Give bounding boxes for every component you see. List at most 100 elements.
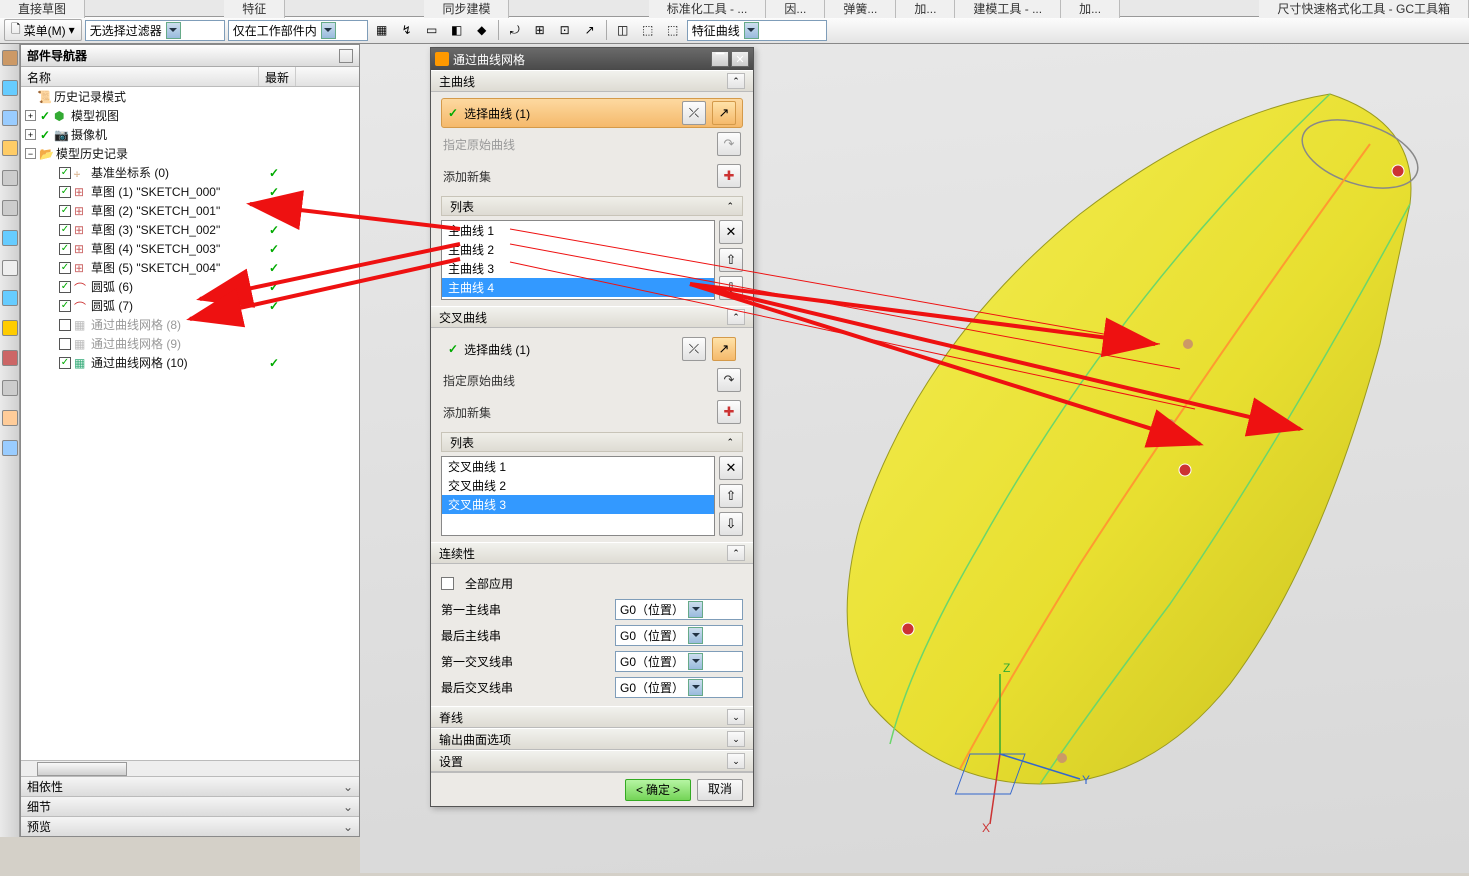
side-icon[interactable]	[2, 200, 18, 216]
apply-all-checkbox[interactable]	[441, 577, 454, 590]
tab-std[interactable]: 标准化工具 - ...	[649, 0, 767, 18]
tree-body[interactable]: 📜历史记录模式 +✓⬢模型视图 +✓📷摄像机 −📂模型历史记录 ⧾基准坐标系 (…	[21, 87, 359, 760]
section-spine[interactable]: 脊线⌄	[431, 706, 753, 728]
tab-sync[interactable]: 同步建模	[424, 0, 509, 18]
tb-icon[interactable]: ⬚	[662, 19, 684, 41]
checkbox[interactable]	[59, 300, 71, 312]
list-item[interactable]: 交叉曲线 1	[442, 457, 714, 476]
side-icon[interactable]	[2, 350, 18, 366]
curve-rule-button[interactable]: ⤫	[682, 337, 706, 361]
select-curve-row[interactable]: ✓ 选择曲线 (1) ⤫ ↗	[441, 98, 743, 128]
side-icon[interactable]	[2, 110, 18, 126]
col-name[interactable]: 名称	[21, 67, 259, 86]
expand-icon[interactable]: +	[25, 129, 36, 140]
add-set-button[interactable]: ✚	[717, 400, 741, 424]
list-item[interactable]: 交叉曲线 3	[442, 495, 714, 514]
curve-origin-button[interactable]: ↗	[712, 337, 736, 361]
tab-7[interactable]: 加...	[896, 0, 955, 18]
tab-spring[interactable]: 弹簧...	[825, 0, 896, 18]
list-item[interactable]: 主曲线 4	[442, 278, 714, 297]
menu-button[interactable]: 🗋菜单(M)▾	[4, 19, 82, 41]
side-icon[interactable]	[2, 80, 18, 96]
tb-icon[interactable]: ◫	[612, 19, 634, 41]
tb-icon[interactable]: ↗	[579, 19, 601, 41]
rollup-button[interactable]: ▔	[711, 51, 729, 67]
move-up-button[interactable]: ⇧	[719, 248, 743, 272]
filter-dropdown[interactable]: 无选择过滤器	[85, 20, 225, 41]
side-icon[interactable]	[2, 380, 18, 396]
tb-icon[interactable]: ⊡	[554, 19, 576, 41]
select-cross-row[interactable]: ✓ 选择曲线 (1) ⤫ ↗	[441, 334, 743, 364]
side-icon[interactable]	[2, 230, 18, 246]
tb-icon[interactable]: ⬚	[637, 19, 659, 41]
expand-icon[interactable]: +	[25, 110, 36, 121]
side-icon[interactable]	[2, 410, 18, 426]
col-update[interactable]: 最新	[259, 67, 296, 86]
side-icon[interactable]	[2, 290, 18, 306]
side-icon[interactable]	[2, 140, 18, 156]
delete-button[interactable]: ✕	[719, 456, 743, 480]
side-icon[interactable]	[2, 170, 18, 186]
checkbox[interactable]	[59, 281, 71, 293]
section-continuity[interactable]: 连续性⌃	[431, 542, 753, 564]
foot-dependency[interactable]: 相依性⌄	[21, 776, 359, 796]
list-item[interactable]: 主曲线 2	[442, 240, 714, 259]
dialog-titlebar[interactable]: 通过曲线网格 ▔ ✕	[431, 48, 753, 70]
cross-list[interactable]: 交叉曲线 1 交叉曲线 2 交叉曲线 3	[441, 456, 715, 536]
pin-icon[interactable]	[339, 49, 353, 63]
section-cross[interactable]: 交叉曲线⌃	[431, 306, 753, 328]
move-up-button[interactable]: ⇧	[719, 484, 743, 508]
section-surface[interactable]: 输出曲面选项⌄	[431, 728, 753, 750]
checkbox[interactable]	[59, 243, 71, 255]
tb-icon[interactable]: ◆	[471, 19, 493, 41]
checkbox[interactable]	[59, 167, 71, 179]
list-header[interactable]: 列表⌃	[441, 432, 743, 452]
checkbox[interactable]	[59, 262, 71, 274]
chevron-up-icon[interactable]: ⌃	[727, 73, 745, 89]
tb-icon[interactable]: ◧	[446, 19, 468, 41]
checkbox[interactable]	[59, 319, 71, 331]
foot-preview[interactable]: 预览⌄	[21, 816, 359, 836]
side-icon[interactable]	[2, 320, 18, 336]
add-set-button[interactable]: ✚	[717, 164, 741, 188]
cancel-button[interactable]: 取消	[697, 779, 743, 801]
tab-sketch[interactable]: 直接草图	[0, 0, 85, 18]
list-item[interactable]: 主曲线 3	[442, 259, 714, 278]
scope-dropdown[interactable]: 仅在工作部件内	[228, 20, 368, 41]
tab-gc[interactable]: 尺寸快速格式化工具 - GC工具箱	[1259, 0, 1469, 18]
curve-filter-dropdown[interactable]: 特征曲线	[687, 20, 827, 41]
collapse-icon[interactable]: −	[25, 148, 36, 159]
side-icon[interactable]	[2, 260, 18, 276]
move-down-button[interactable]: ⇩	[719, 276, 743, 300]
checkbox[interactable]	[59, 357, 71, 369]
section-settings[interactable]: 设置⌄	[431, 750, 753, 772]
checkbox[interactable]	[59, 224, 71, 236]
checkbox[interactable]	[59, 205, 71, 217]
move-down-button[interactable]: ⇩	[719, 512, 743, 536]
first-primary-dd[interactable]: G0（位置）	[615, 599, 743, 620]
checkbox[interactable]	[59, 186, 71, 198]
section-primary[interactable]: 主曲线⌃	[431, 70, 753, 92]
side-icon[interactable]	[2, 440, 18, 456]
last-primary-dd[interactable]: G0（位置）	[615, 625, 743, 646]
tab-model[interactable]: 建模工具 - ...	[955, 0, 1061, 18]
tb-icon[interactable]: ↯	[396, 19, 418, 41]
curve-origin-button[interactable]: ↗	[712, 101, 736, 125]
ok-button[interactable]: <确定>	[625, 779, 691, 801]
list-item[interactable]: 主曲线 1	[442, 221, 714, 240]
tab-5[interactable]: 因...	[766, 0, 825, 18]
tb-icon[interactable]: ⤾	[504, 19, 526, 41]
origin-button[interactable]: ↷	[717, 132, 741, 156]
close-button[interactable]: ✕	[731, 51, 749, 67]
side-icon[interactable]	[2, 50, 18, 66]
primary-list[interactable]: 主曲线 1 主曲线 2 主曲线 3 主曲线 4	[441, 220, 715, 300]
checkbox[interactable]	[59, 338, 71, 350]
foot-detail[interactable]: 细节⌄	[21, 796, 359, 816]
tb-icon[interactable]: ⊞	[529, 19, 551, 41]
list-header[interactable]: 列表⌃	[441, 196, 743, 216]
tb-icon[interactable]: ▭	[421, 19, 443, 41]
first-cross-dd[interactable]: G0（位置）	[615, 651, 743, 672]
list-item[interactable]: 交叉曲线 2	[442, 476, 714, 495]
curve-rule-button[interactable]: ⤫	[682, 101, 706, 125]
origin-button[interactable]: ↷	[717, 368, 741, 392]
